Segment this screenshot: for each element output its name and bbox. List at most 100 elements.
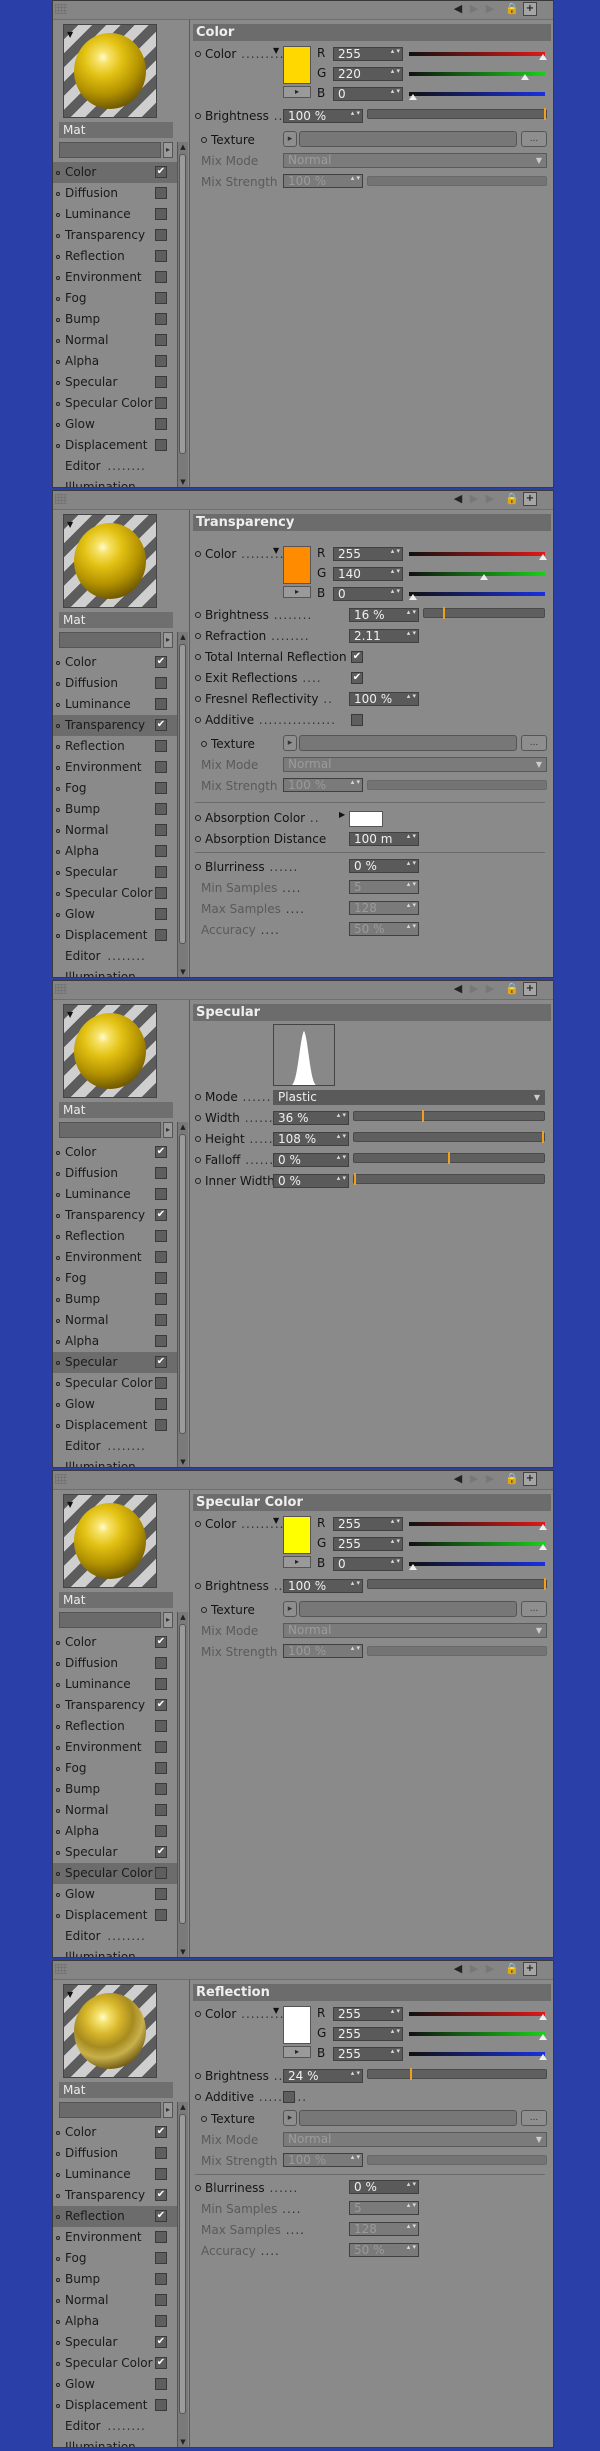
channel-checkbox[interactable] xyxy=(155,292,167,304)
channel-checkbox[interactable] xyxy=(155,698,167,710)
slider-handle[interactable] xyxy=(410,2068,412,2080)
channel-item[interactable]: Reflection xyxy=(53,246,177,267)
channel-checkbox[interactable] xyxy=(155,908,167,920)
animate-dot[interactable] xyxy=(56,1256,60,1260)
color-slider-handle-r[interactable] xyxy=(539,2014,547,2020)
channel-item[interactable]: Luminance xyxy=(53,204,177,225)
animate-dot[interactable] xyxy=(195,2073,201,2079)
channel-item[interactable]: Normal xyxy=(53,1800,177,1821)
material-menu-button[interactable]: ▸ xyxy=(163,1122,173,1138)
history-icon[interactable]: ▶ xyxy=(483,1962,497,1976)
animate-dot[interactable] xyxy=(56,1424,60,1428)
back-arrow-icon[interactable]: ◀ xyxy=(451,492,465,506)
number-field[interactable]: 255 ▴ ▾ xyxy=(333,47,403,61)
lock-icon[interactable]: 🔒 xyxy=(505,1472,519,1486)
channel-item[interactable]: Reflection ✔ xyxy=(53,2206,177,2227)
number-field[interactable]: 255 ▴ ▾ xyxy=(333,1537,403,1551)
new-panel-icon[interactable]: + xyxy=(523,2,537,16)
channel-checkbox[interactable] xyxy=(155,418,167,430)
slider-handle[interactable] xyxy=(544,108,546,120)
channel-checkbox[interactable]: ✔ xyxy=(155,1636,167,1648)
texture-options-button[interactable]: ... xyxy=(521,1601,547,1617)
channel-checkbox[interactable] xyxy=(155,250,167,262)
channel-item[interactable]: Diffusion xyxy=(53,2143,177,2164)
channel-item[interactable]: Environment xyxy=(53,2227,177,2248)
channel-item[interactable]: Color ✔ xyxy=(53,162,177,183)
channel-checkbox[interactable]: ✔ xyxy=(155,719,167,731)
animate-dot[interactable] xyxy=(195,1094,201,1100)
slider-track[interactable] xyxy=(353,1131,545,1143)
channel-item[interactable]: Specular ✔ xyxy=(53,2332,177,2353)
color-swatch[interactable] xyxy=(283,46,311,84)
lock-icon[interactable]: 🔒 xyxy=(505,982,519,996)
channel-item[interactable]: Displacement xyxy=(53,435,177,456)
animate-dot[interactable] xyxy=(56,1683,60,1687)
drag-grip-icon[interactable] xyxy=(55,1964,67,1974)
spinner-icon[interactable]: ▴ ▾ xyxy=(351,110,360,117)
channel-item[interactable]: Illumination xyxy=(53,1457,177,1467)
channel-checkbox[interactable]: ✔ xyxy=(155,2336,167,2348)
spinner-icon[interactable]: ▴ ▾ xyxy=(391,2028,400,2035)
animate-dot[interactable] xyxy=(201,741,207,747)
animate-dot[interactable] xyxy=(56,1662,60,1666)
animate-dot[interactable] xyxy=(195,1115,201,1121)
channel-checkbox[interactable] xyxy=(155,1657,167,1669)
channel-item[interactable]: Glow xyxy=(53,1884,177,1905)
animate-dot[interactable] xyxy=(56,444,60,448)
channel-checkbox[interactable] xyxy=(155,2147,167,2159)
channel-item[interactable]: Glow xyxy=(53,1394,177,1415)
channel-item[interactable]: Environment xyxy=(53,1247,177,1268)
channel-item[interactable]: Bump xyxy=(53,309,177,330)
animate-dot[interactable] xyxy=(56,1151,60,1155)
color-picker-button[interactable]: ▸ xyxy=(283,86,311,98)
animate-dot[interactable] xyxy=(56,1893,60,1897)
animate-dot[interactable] xyxy=(56,724,60,728)
color-slider-handle-r[interactable] xyxy=(539,554,547,560)
channel-item[interactable]: Reflection xyxy=(53,1716,177,1737)
channel-item[interactable]: Specular Color xyxy=(53,393,177,414)
channel-checkbox[interactable] xyxy=(155,271,167,283)
lock-icon[interactable]: 🔒 xyxy=(505,1962,519,1976)
animate-dot[interactable] xyxy=(195,2011,201,2017)
channel-checkbox[interactable]: ✔ xyxy=(155,2357,167,2369)
animate-dot[interactable] xyxy=(195,815,201,821)
animate-dot[interactable] xyxy=(56,2299,60,2303)
channel-item[interactable]: Reflection xyxy=(53,736,177,757)
chevron-down-icon[interactable]: ▼ xyxy=(534,1091,540,1104)
scroll-down-icon[interactable]: ▼ xyxy=(178,1457,188,1467)
animate-dot[interactable] xyxy=(56,1809,60,1813)
channel-item[interactable]: Specular Color xyxy=(53,1863,177,1884)
animate-dot[interactable] xyxy=(56,1788,60,1792)
channel-checkbox[interactable] xyxy=(155,1783,167,1795)
color-slider-g[interactable] xyxy=(409,1542,545,1546)
channel-checkbox[interactable] xyxy=(155,1909,167,1921)
channel-checkbox[interactable] xyxy=(155,1335,167,1347)
back-arrow-icon[interactable]: ◀ xyxy=(451,982,465,996)
spinner-icon[interactable]: ▴ ▾ xyxy=(391,548,400,555)
channel-checkbox[interactable] xyxy=(155,1762,167,1774)
channel-checkbox[interactable]: ✔ xyxy=(155,1209,167,1221)
color-slider-g[interactable] xyxy=(409,572,545,576)
additive-checkbox[interactable] xyxy=(351,714,363,726)
preview-menu-icon[interactable]: ▼ xyxy=(67,1500,73,1509)
number-field[interactable]: 36 % ▴ ▾ xyxy=(273,1111,349,1125)
channel-checkbox[interactable]: ✔ xyxy=(155,2210,167,2222)
material-preview[interactable]: ▼ xyxy=(63,514,157,608)
forward-arrow-icon[interactable]: ▶ xyxy=(467,1962,481,1976)
animate-dot[interactable] xyxy=(56,2152,60,2156)
channel-checkbox[interactable] xyxy=(155,229,167,241)
channel-item[interactable]: Fog xyxy=(53,1268,177,1289)
animate-dot[interactable] xyxy=(56,2257,60,2261)
channel-checkbox[interactable] xyxy=(155,1888,167,1900)
channel-checkbox[interactable] xyxy=(155,1804,167,1816)
channel-checkbox[interactable] xyxy=(155,1293,167,1305)
animate-dot[interactable] xyxy=(56,1193,60,1197)
channel-item[interactable]: Bump xyxy=(53,2269,177,2290)
channel-item[interactable]: Fog xyxy=(53,288,177,309)
material-search-field[interactable] xyxy=(59,2102,161,2118)
material-menu-button[interactable]: ▸ xyxy=(163,1612,173,1628)
absorption-color-swatch[interactable] xyxy=(349,811,383,827)
channel-item[interactable]: Editor ........ xyxy=(53,946,177,967)
animate-dot[interactable] xyxy=(56,2404,60,2408)
number-field[interactable]: 0 % ▴ ▾ xyxy=(273,1174,349,1188)
